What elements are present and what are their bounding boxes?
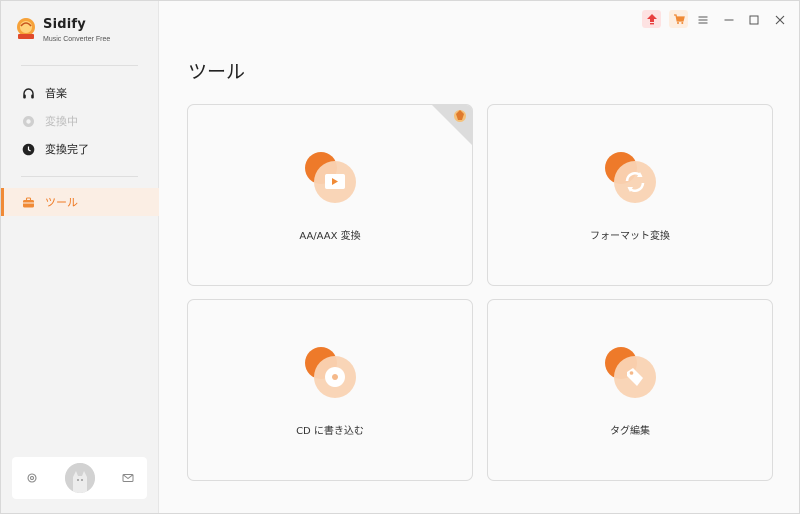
tool-card-cd-burn[interactable]: CD に書き込む	[187, 299, 473, 481]
sidebar-divider	[21, 176, 138, 177]
settings-icon[interactable]	[26, 472, 38, 484]
menu-button[interactable]	[694, 10, 712, 28]
mail-icon[interactable]	[122, 472, 134, 484]
sidebar-item-label: 音楽	[45, 87, 67, 100]
tool-label: フォーマット変換	[590, 231, 670, 242]
sidebar-divider	[21, 65, 138, 66]
app-name: Sidify	[43, 17, 86, 32]
app-window: Sidify Music Converter Free 音楽 変換中 変換完了	[0, 0, 800, 514]
sidebar-item-label: ツール	[45, 196, 78, 209]
clock-icon	[22, 143, 35, 156]
minimize-icon	[724, 10, 734, 29]
maximize-icon	[749, 10, 759, 29]
sidebar-item-tools[interactable]: ツール	[1, 188, 159, 216]
avatar[interactable]	[64, 463, 95, 493]
cd-disc-icon	[303, 346, 359, 402]
sidebar-item-music[interactable]: 音楽	[1, 79, 159, 107]
minimize-button[interactable]	[720, 10, 738, 28]
menu-icon	[698, 10, 708, 29]
sidify-logo-icon	[15, 17, 37, 39]
tool-card-aa-aax[interactable]: AA/AAX 変換	[187, 104, 473, 286]
tool-card-format-convert[interactable]: フォーマット変換	[487, 104, 773, 286]
cart-icon	[673, 10, 685, 29]
toolbox-icon	[22, 196, 35, 209]
sidebar: Sidify Music Converter Free 音楽 変換中 変換完了	[1, 1, 159, 513]
page-title: ツール	[188, 61, 246, 83]
converting-icon	[22, 115, 35, 128]
app-subtitle: Music Converter Free	[43, 36, 111, 43]
sidebar-item-converted[interactable]: 変換完了	[1, 135, 159, 163]
brand: Sidify Music Converter Free	[15, 17, 110, 43]
upgrade-icon	[646, 10, 658, 29]
tag-icon	[603, 346, 659, 402]
tool-label: タグ編集	[610, 426, 650, 437]
maximize-button[interactable]	[745, 10, 763, 28]
tool-label: CD に書き込む	[296, 426, 364, 437]
close-icon	[775, 10, 785, 29]
headphones-icon	[22, 87, 35, 100]
close-button[interactable]	[771, 10, 789, 28]
cart-button[interactable]	[669, 10, 688, 28]
sidebar-item-label: 変換完了	[45, 143, 89, 156]
premium-corner-badge	[432, 105, 472, 145]
tool-label: AA/AAX 変換	[299, 231, 361, 242]
sidebar-footer	[12, 457, 147, 499]
convert-refresh-icon	[603, 151, 659, 207]
video-folder-icon	[303, 151, 359, 207]
upgrade-button[interactable]	[642, 10, 661, 28]
sidebar-item-label: 変換中	[45, 115, 78, 128]
sidebar-item-converting[interactable]: 変換中	[1, 107, 159, 135]
tool-card-tag-edit[interactable]: タグ編集	[487, 299, 773, 481]
